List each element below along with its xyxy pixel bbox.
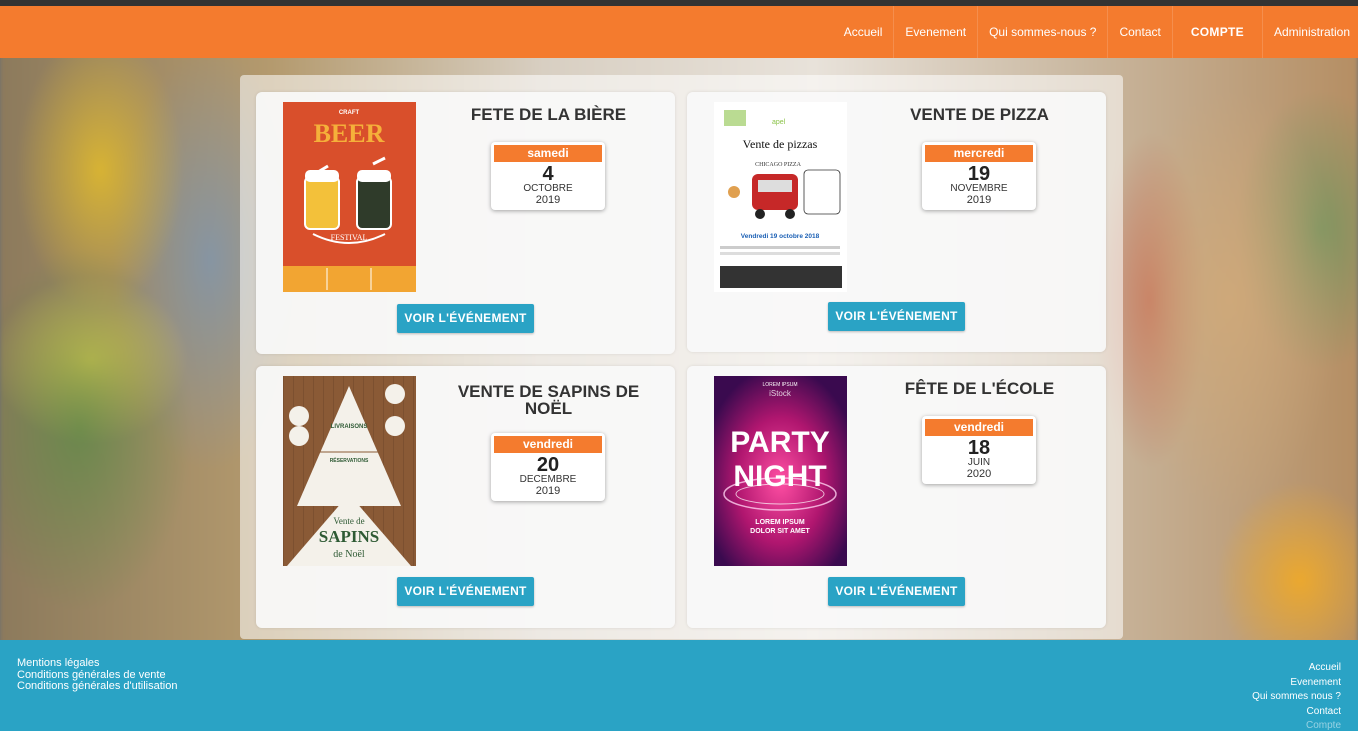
footer-link-contact[interactable]: Contact (1252, 705, 1341, 720)
site-footer: Mentions légales Conditions générales de… (0, 640, 1358, 731)
footer-link-compte[interactable]: Compte (1252, 719, 1341, 731)
footer-link-qui-sommes-nous[interactable]: Qui sommes nous ? (1252, 690, 1341, 705)
poster-text: FESTIVAL (331, 233, 368, 242)
event-date: vendredi 20 DECEMBRE 2019 (491, 433, 605, 501)
footer-link-evenement[interactable]: Evenement (1252, 676, 1341, 691)
event-weekday: mercredi (925, 145, 1033, 162)
poster-text: DOLOR SIT AMET (750, 528, 810, 535)
event-poster-beer[interactable]: CRAFT BEER FESTIVAL (283, 102, 416, 292)
poster-text: CHICAGO PIZZA (755, 162, 801, 168)
event-title: VENTE DE SAPINS DE NOËL (457, 382, 640, 418)
poster-text: iStock (769, 389, 792, 398)
nav-qui-sommes-nous[interactable]: Qui sommes-nous ? (977, 6, 1107, 58)
nav-contact[interactable]: Contact (1107, 6, 1171, 58)
nav-evenement[interactable]: Evenement (893, 6, 977, 58)
main-nav: Accueil Evenement Qui sommes-nous ? Cont… (833, 6, 1358, 58)
nav-accueil[interactable]: Accueil (833, 6, 894, 58)
event-month: DECEMBRE (519, 474, 577, 485)
event-poster-pizza[interactable]: apel Vente de pizzas CHICAGO PIZZA Vendr… (714, 102, 847, 292)
nav-administration[interactable]: Administration (1261, 6, 1358, 58)
event-title: FETE DE LA BIÈRE (470, 105, 627, 124)
event-title: VENTE DE PIZZA (910, 105, 1049, 124)
poster-text: BEER (314, 119, 385, 148)
event-year: 2019 (535, 485, 561, 497)
event-weekday: vendredi (925, 419, 1033, 436)
event-day: 4 (542, 163, 554, 185)
poster-text: SAPINS (319, 527, 379, 546)
event-card: LIVRAISONS RÉSERVATIONS Vente de SAPINS … (256, 366, 675, 628)
event-year: 2020 (966, 468, 992, 480)
poster-text: PARTY (730, 426, 829, 459)
event-day: 20 (536, 454, 560, 476)
poster-text: LOREM IPSUM (762, 382, 797, 388)
event-card: CRAFT BEER FESTIVAL FETE DE LA BIÈRE sam… (256, 92, 675, 354)
view-event-button[interactable]: VOIR L'ÉVÉNEMENT (397, 304, 534, 333)
event-year: 2019 (966, 194, 992, 206)
event-weekday: samedi (494, 145, 602, 162)
view-event-button[interactable]: VOIR L'ÉVÉNEMENT (828, 302, 965, 331)
event-poster-sapins[interactable]: LIVRAISONS RÉSERVATIONS Vente de SAPINS … (283, 376, 416, 566)
poster-text: LOREM IPSUM (755, 519, 805, 526)
footer-link-mentions-legales[interactable]: Mentions légales (17, 657, 177, 670)
poster-text: CRAFT (339, 110, 360, 116)
event-date: vendredi 18 JUIN 2020 (922, 416, 1036, 484)
event-day: 19 (967, 163, 991, 185)
view-event-button[interactable]: VOIR L'ÉVÉNEMENT (397, 577, 534, 606)
event-month: JUIN (967, 457, 991, 468)
poster-text: RÉSERVATIONS (330, 456, 369, 464)
event-day: 18 (967, 437, 991, 459)
poster-text: NIGHT (733, 460, 826, 493)
event-date: mercredi 19 NOVEMBRE 2019 (922, 142, 1036, 210)
event-card: apel Vente de pizzas CHICAGO PIZZA Vendr… (687, 92, 1106, 352)
event-month: NOVEMBRE (950, 183, 1008, 194)
poster-text: LIVRAISONS (331, 424, 368, 430)
footer-nav: Accueil Evenement Qui sommes nous ? Cont… (1252, 661, 1341, 731)
poster-text: Vente de pizzas (743, 137, 818, 151)
poster-text: apel (772, 119, 786, 126)
event-card: LOREM IPSUM iStock PARTY NIGHT LOREM IPS… (687, 366, 1106, 628)
poster-text: Vendredi 19 octobre 2018 (741, 233, 820, 240)
event-poster-party[interactable]: LOREM IPSUM iStock PARTY NIGHT LOREM IPS… (714, 376, 847, 566)
site-header: Accueil Evenement Qui sommes-nous ? Cont… (0, 6, 1358, 58)
event-year: 2019 (535, 194, 561, 206)
event-weekday: vendredi (494, 436, 602, 453)
poster-text: Vente de (333, 516, 364, 526)
event-title: FÊTE DE L'ÉCOLE (904, 379, 1055, 398)
footer-link-cgu[interactable]: Conditions générales d'utilisation (17, 680, 177, 693)
poster-text: de Noël (333, 549, 365, 560)
event-date: samedi 4 OCTOBRE 2019 (491, 142, 605, 210)
footer-link-accueil[interactable]: Accueil (1252, 661, 1341, 676)
footer-legal-links: Mentions légales Conditions générales de… (17, 657, 177, 693)
view-event-button[interactable]: VOIR L'ÉVÉNEMENT (828, 577, 965, 606)
nav-compte[interactable]: COMPTE (1171, 6, 1262, 58)
event-month: OCTOBRE (523, 183, 573, 194)
